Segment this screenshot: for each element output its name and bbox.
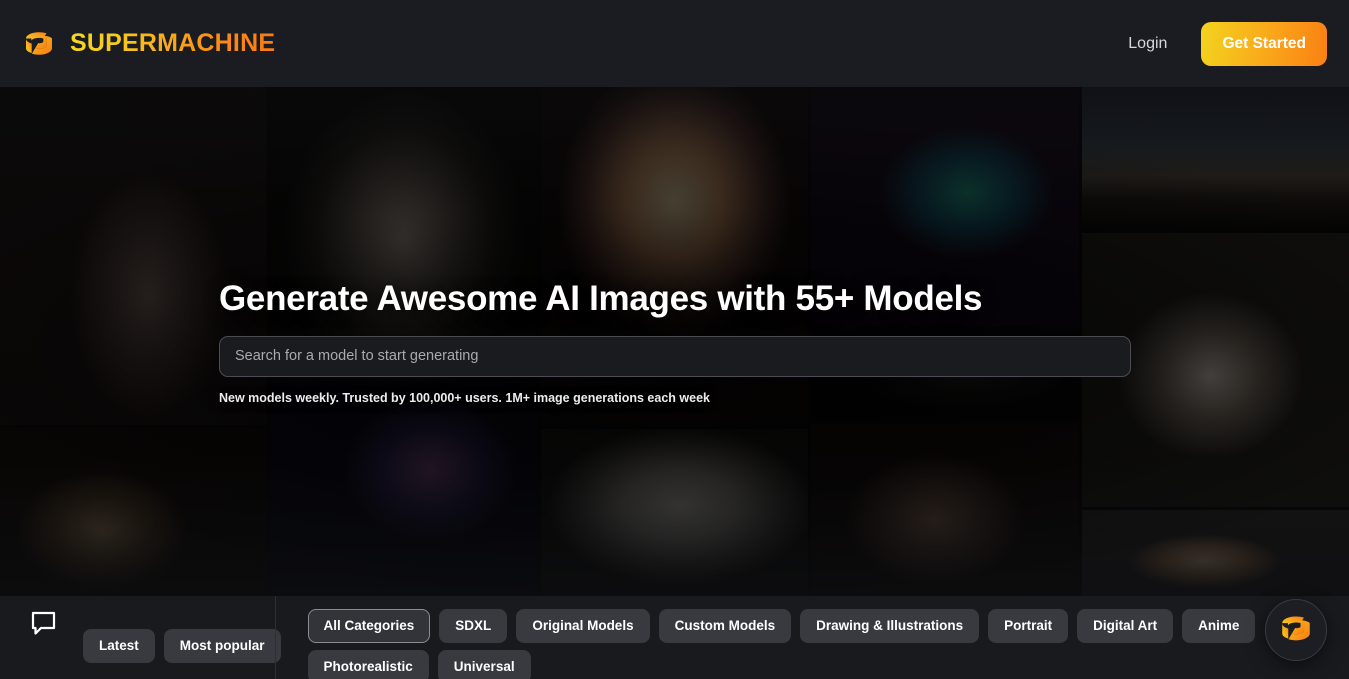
brand-wordmark-primary: SUPER bbox=[70, 29, 158, 57]
filter-bar-inner: Latest Most popular All Categories SDXL Ori… bbox=[0, 596, 1349, 679]
brand-logo[interactable]: SUPERMACHINE bbox=[22, 27, 275, 61]
category-chip-custom-models[interactable]: Custom Models bbox=[658, 609, 792, 643]
category-chip-photorealistic[interactable]: Photorealistic bbox=[307, 649, 429, 679]
supermachine-logo-icon bbox=[1278, 611, 1314, 650]
category-row-1: All Categories SDXL Original Models Custom … bbox=[307, 609, 1256, 643]
page-root: SUPERMACHINE Login Get Started Generate … bbox=[0, 0, 1349, 679]
login-link[interactable]: Login bbox=[1128, 35, 1167, 53]
sort-chip-group: Latest Most popular bbox=[83, 629, 281, 663]
category-chip-portrait[interactable]: Portrait bbox=[988, 609, 1069, 643]
search-wrapper bbox=[219, 335, 1131, 377]
supermachine-logo-icon bbox=[22, 27, 56, 61]
support-chat-fab[interactable] bbox=[1265, 599, 1327, 661]
category-chip-drawing-illustrations[interactable]: Drawing & Illustrations bbox=[800, 609, 980, 643]
brand-wordmark-secondary: MACHINE bbox=[157, 29, 276, 57]
collage-tile bbox=[1081, 87, 1349, 231]
collage-tile bbox=[811, 424, 1079, 596]
page-title: Generate Awesome AI Images with 55+ Mode… bbox=[219, 278, 983, 318]
category-chip-sdxl[interactable]: SDXL bbox=[439, 609, 508, 643]
site-header: SUPERMACHINE Login Get Started bbox=[0, 0, 1349, 87]
collage-tile bbox=[1081, 510, 1349, 596]
category-chip-universal[interactable]: Universal bbox=[437, 649, 531, 679]
category-chip-anime[interactable]: Anime bbox=[1182, 609, 1256, 643]
get-started-button[interactable]: Get Started bbox=[1201, 21, 1327, 66]
sort-chip-latest[interactable]: Latest bbox=[83, 629, 155, 663]
hero-section: Generate Awesome AI Images with 55+ Mode… bbox=[0, 87, 1349, 596]
category-chip-digital-art[interactable]: Digital Art bbox=[1077, 609, 1174, 643]
sort-chip-most-popular[interactable]: Most popular bbox=[163, 629, 281, 663]
filter-group-divider bbox=[275, 596, 276, 679]
collage-tile bbox=[270, 384, 538, 596]
hero-subtitle: New models weekly. Trusted by 100,000+ u… bbox=[219, 390, 710, 405]
category-chip-original-models[interactable]: Original Models bbox=[516, 609, 650, 643]
brand-wordmark: SUPERMACHINE bbox=[70, 29, 275, 58]
category-chip-all-categories[interactable]: All Categories bbox=[307, 609, 431, 643]
header-nav: Login Get Started bbox=[1128, 21, 1327, 66]
chat-bubble-icon bbox=[30, 611, 57, 639]
chat-bubble-button[interactable] bbox=[20, 608, 66, 642]
filter-row-top: Latest Most popular All Categories SDXL Ori… bbox=[83, 609, 1349, 679]
category-row-2: Photorealistic Universal bbox=[307, 649, 1256, 679]
search-input[interactable] bbox=[219, 335, 1131, 377]
filter-bar: Latest Most popular All Categories SDXL Ori… bbox=[0, 596, 1349, 679]
collage-tile bbox=[540, 428, 809, 596]
filter-rows: Latest Most popular All Categories SDXL Ori… bbox=[83, 609, 1349, 679]
category-chip-group: All Categories SDXL Original Models Custom … bbox=[307, 609, 1256, 679]
collage-tile bbox=[0, 428, 268, 596]
